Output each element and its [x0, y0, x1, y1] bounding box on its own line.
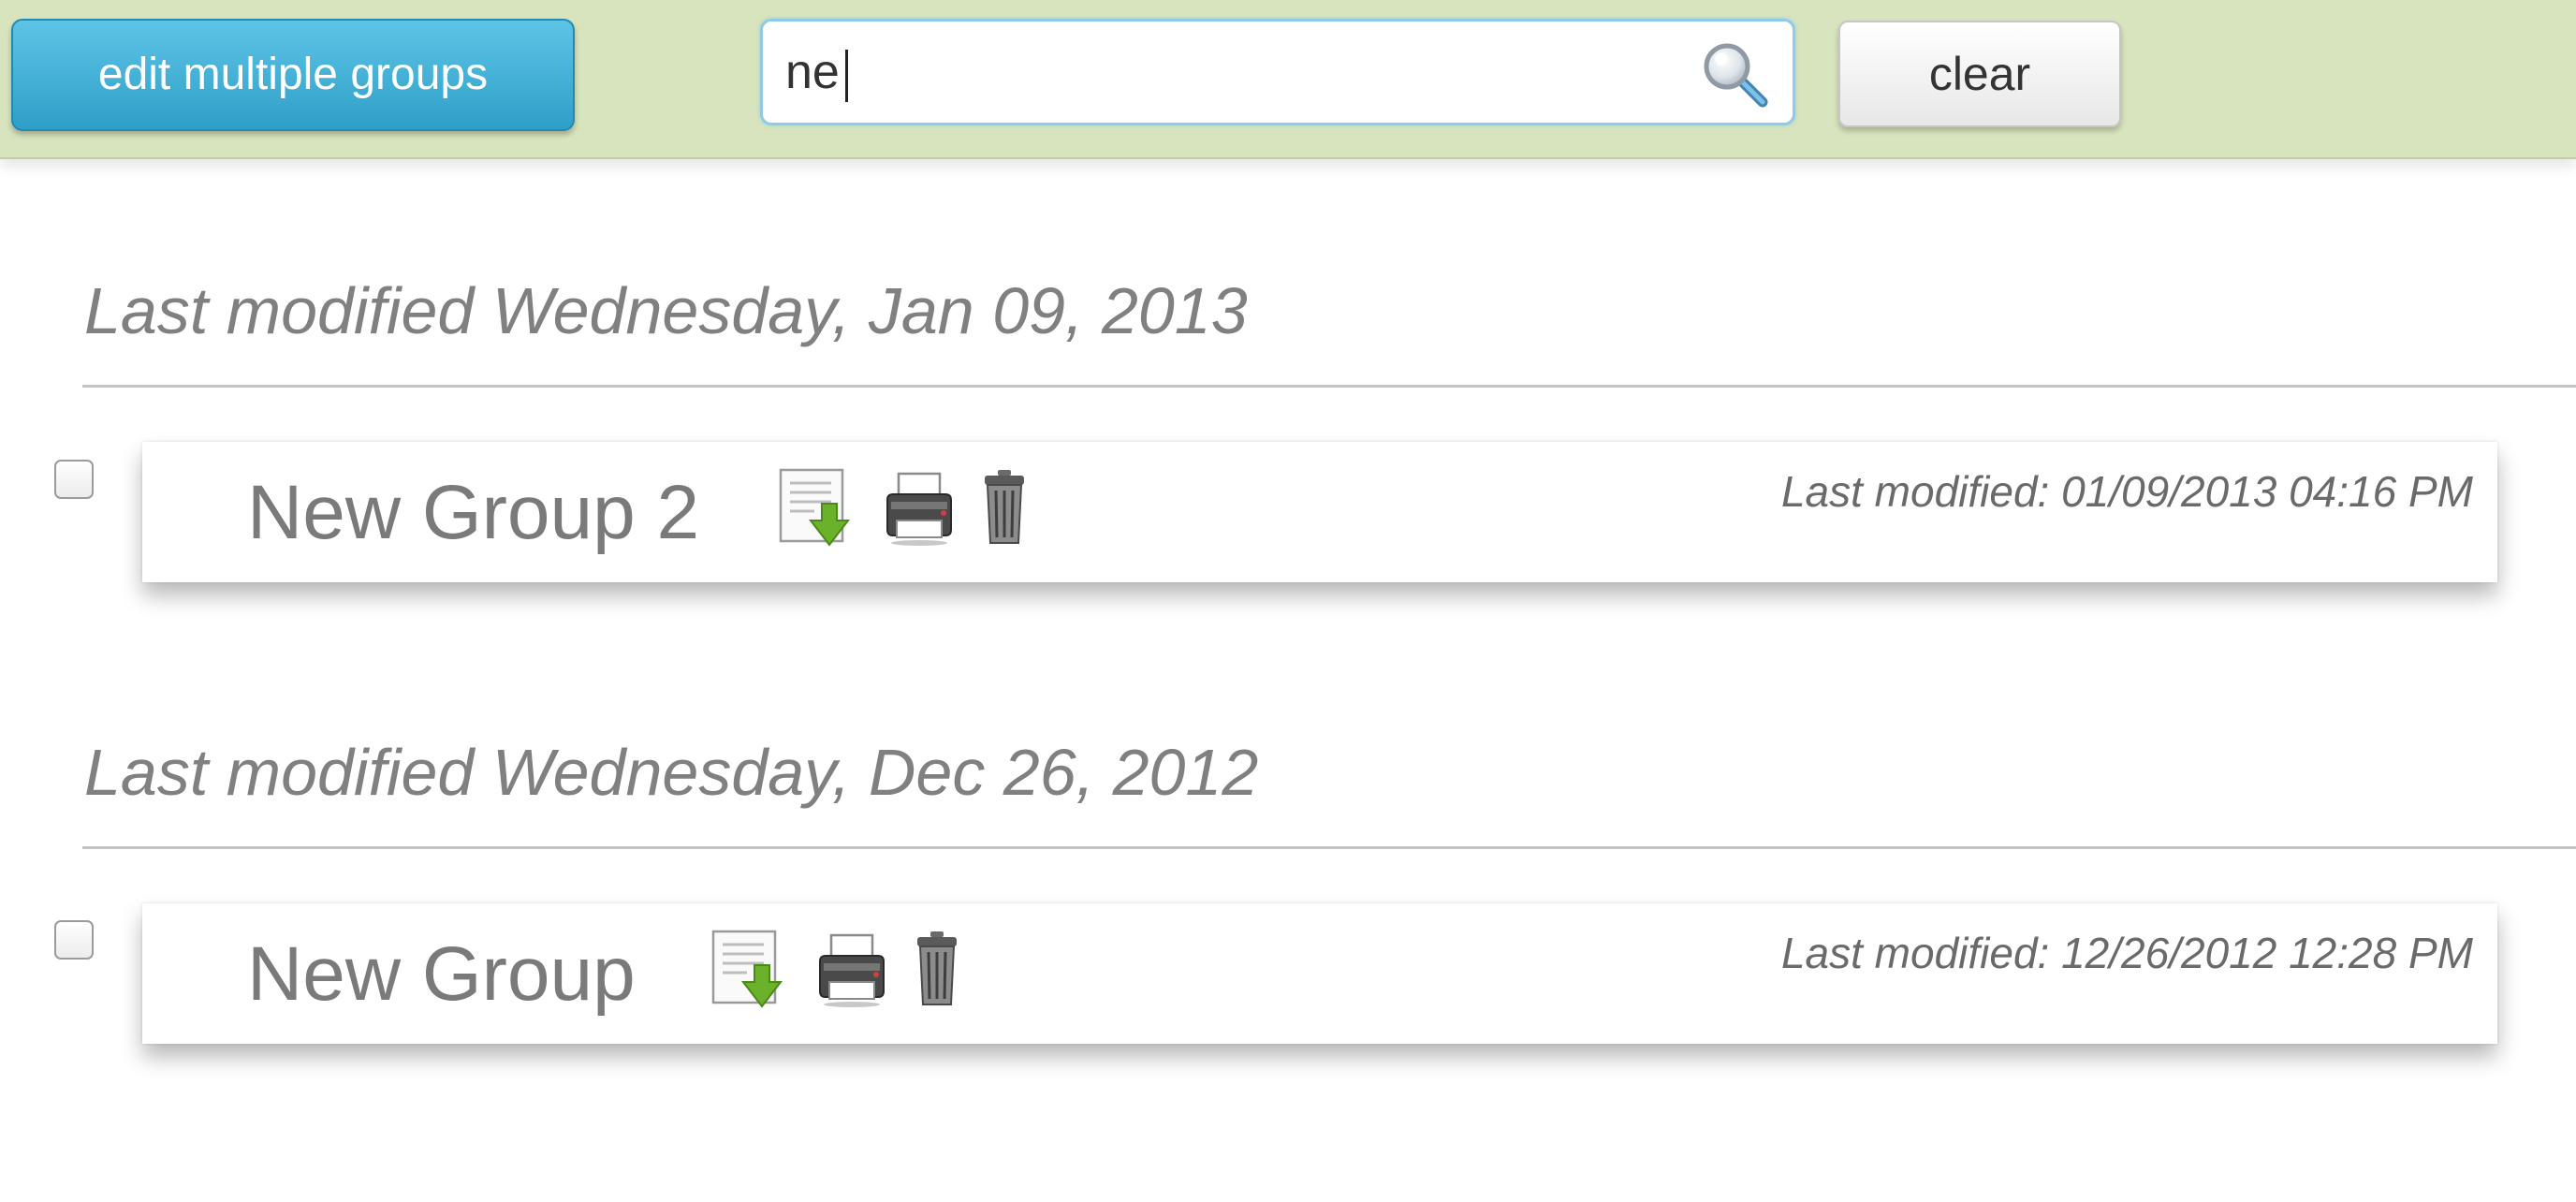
search-box[interactable]: [760, 19, 1795, 125]
section-divider: [82, 846, 2576, 849]
section-heading-date: Last modified Wednesday, Dec 26, 2012: [84, 736, 1259, 809]
download-icon[interactable]: [777, 468, 852, 547]
group-card[interactable]: New Group 2 Last modified: 01/09/2013 04…: [142, 442, 2497, 582]
edit-multiple-groups-button[interactable]: edit multiple groups: [11, 19, 575, 131]
group-last-modified: Last modified: 12/26/2012 12:28 PM: [1780, 929, 2473, 977]
section-heading-date: Last modified Wednesday, Jan 09, 2013: [84, 274, 1248, 347]
search-icon[interactable]: [1697, 37, 1772, 111]
clear-button[interactable]: clear: [1838, 21, 2121, 127]
trash-icon[interactable]: [981, 468, 1028, 547]
group-name[interactable]: New Group: [247, 930, 636, 1019]
toolbar: edit multiple groups clear: [0, 0, 2576, 159]
group-last-modified: Last modified: 01/09/2013 04:16 PM: [1780, 467, 2473, 516]
printer-icon[interactable]: [880, 468, 959, 547]
group-card[interactable]: New Group Last modified: 12/26/2012 12:2…: [142, 903, 2497, 1044]
printer-icon[interactable]: [812, 930, 891, 1008]
group-select-checkbox[interactable]: [54, 920, 94, 960]
group-select-checkbox[interactable]: [54, 460, 94, 499]
group-name[interactable]: New Group 2: [247, 468, 699, 558]
search-input[interactable]: [785, 35, 1684, 110]
section-divider: [82, 385, 2576, 388]
trash-icon[interactable]: [914, 930, 960, 1008]
text-cursor: [845, 50, 848, 102]
download-icon[interactable]: [710, 930, 784, 1008]
